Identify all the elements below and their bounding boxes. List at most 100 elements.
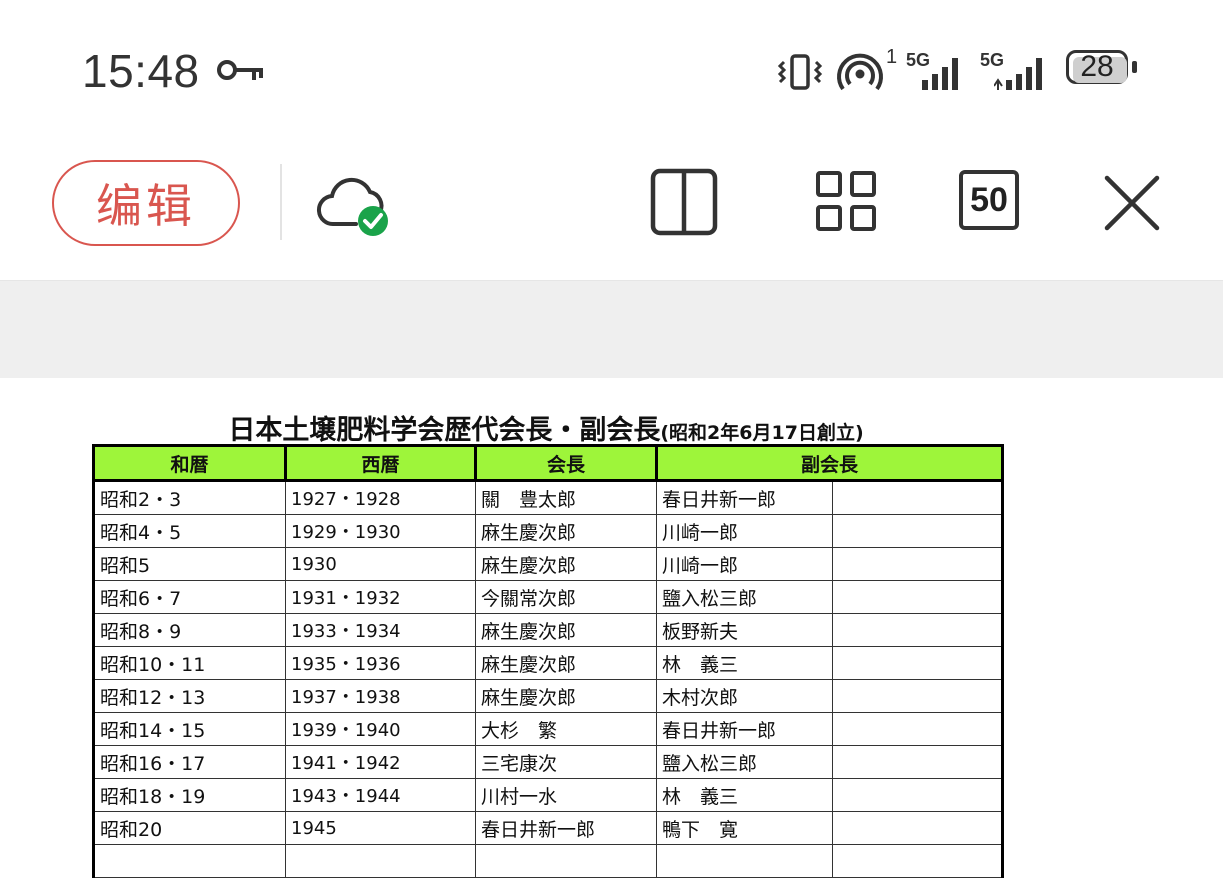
reader-toolbar: 编辑 50	[0, 140, 1223, 281]
cell-seireki: 1933・1934	[285, 613, 476, 647]
cell-president: 麻生慶次郎	[475, 646, 657, 680]
cell-wareki	[92, 844, 286, 878]
cell-president: 三宅康次	[475, 745, 657, 779]
cell-wareki: 昭和18・19	[92, 778, 286, 812]
cell-seireki: 1939・1940	[285, 712, 476, 746]
table-row: 昭和14・15 1939・1940 大杉 繁春日井新一郎	[92, 712, 1005, 746]
cell-president: 春日井新一郎	[475, 811, 657, 845]
toolbar-divider	[280, 164, 282, 240]
cell-extra	[831, 480, 1005, 515]
cell-extra	[831, 712, 1005, 746]
table-row: 昭和2・3 1927・1928 關 豊太郎 春日井新一郎	[92, 480, 1005, 515]
cell-seireki	[285, 844, 476, 878]
cell-seireki: 1929・1930	[285, 514, 476, 548]
cell-wareki: 昭和20	[92, 811, 286, 845]
battery-level: 28	[1080, 50, 1114, 83]
hotspot-count: 1	[886, 46, 898, 68]
cell-seireki: 1931・1932	[285, 580, 476, 614]
col-header-president: 会長	[474, 444, 658, 482]
cell-seireki: 1945	[285, 811, 476, 845]
cell-president: 大杉 繁	[475, 712, 657, 746]
edit-button[interactable]: 编辑	[52, 160, 240, 246]
table-row: 昭和4・5 1929・1930 麻生慶次郎 川崎一郎	[92, 514, 1005, 548]
cell-vice: 木村次郎	[656, 679, 833, 713]
cell-vice: 川崎一郎	[656, 514, 833, 548]
cell-extra	[831, 613, 1005, 647]
table-row: 昭和18・19 1943・1944 川村一水林 義三	[92, 778, 1005, 812]
cell-extra	[831, 646, 1005, 680]
cloud-sync-icon[interactable]	[312, 168, 396, 244]
table-row: 昭和10・11 1935・1936 麻生慶次郎林 義三	[92, 646, 1005, 680]
document-title: 日本土壌肥料学会歴代会長・副会長(昭和2年6月17日創立)	[92, 408, 1000, 447]
zoom-level: 50	[970, 180, 1008, 219]
page-gap	[0, 281, 1223, 378]
table-row: 昭和8・9 1933・1934 麻生慶次郎 板野新夫	[92, 613, 1005, 647]
cell-wareki: 昭和6・7	[92, 580, 286, 614]
cell-extra	[831, 745, 1005, 779]
cell-extra	[831, 580, 1005, 614]
table-row: 昭和20 1945 春日井新一郎 鴨下 寛	[92, 811, 1005, 845]
vibrate-icon	[776, 52, 824, 96]
signal-icon	[920, 56, 970, 96]
col-header-seireki: 西暦	[284, 444, 477, 482]
cell-wareki: 昭和14・15	[92, 712, 286, 746]
cell-extra	[831, 514, 1005, 548]
cell-president: 麻生慶次郎	[475, 547, 657, 581]
cell-vice: 春日井新一郎	[656, 480, 833, 515]
cell-wareki: 昭和12・13	[92, 679, 286, 713]
cell-vice	[656, 844, 833, 878]
table-header-row: 和暦 西暦 会長 副会長	[92, 444, 1005, 482]
cell-president: 關 豊太郎	[475, 480, 657, 515]
hotspot-icon	[836, 52, 886, 96]
table-row: 昭和16・17 1941・1942 三宅康次 鹽入松三郎	[92, 745, 1005, 779]
cell-vice: 林 義三	[656, 778, 833, 812]
col-header-vice: 副会長	[654, 444, 1005, 482]
table-row: 昭和6・7 1931・1932 今關常次郎 鹽入松三郎	[92, 580, 1005, 614]
cell-vice: 林 義三	[656, 646, 833, 680]
cell-wareki: 昭和4・5	[92, 514, 286, 548]
cell-president: 麻生慶次郎	[475, 613, 657, 647]
cell-vice: 板野新夫	[656, 613, 833, 647]
presidents-table: 和暦 西暦 会長 副会長 昭和2・3 1927・1928 關 豊太郎 春日井新一郎 昭和…	[92, 444, 1005, 878]
cell-vice: 鹽入松三郎	[656, 580, 833, 614]
cell-seireki: 1937・1938	[285, 679, 476, 713]
cell-vice: 鹽入松三郎	[656, 745, 833, 779]
cell-seireki: 1930	[285, 547, 476, 581]
cell-seireki: 1943・1944	[285, 778, 476, 812]
document-page: 日本土壌肥料学会歴代会長・副会長(昭和2年6月17日創立) 和暦 西暦 会長 副…	[0, 378, 1223, 878]
status-bar: 15:48 1 5G 5G 28	[0, 0, 1223, 140]
title-main: 日本土壌肥料学会歴代会長・副会長	[228, 415, 661, 446]
cell-extra	[831, 844, 1005, 878]
cell-president: 川村一水	[475, 778, 657, 812]
cell-vice: 春日井新一郎	[656, 712, 833, 746]
cell-seireki: 1927・1928	[285, 480, 476, 515]
cell-wareki: 昭和2・3	[92, 480, 286, 515]
close-icon[interactable]	[1103, 174, 1161, 236]
grid-view-icon[interactable]	[815, 170, 877, 236]
cell-extra	[831, 811, 1005, 845]
cell-president: 今關常次郎	[475, 580, 657, 614]
col-header-wareki: 和暦	[92, 444, 287, 482]
table-row	[92, 844, 1005, 878]
cell-vice: 鴨下 寛	[656, 811, 833, 845]
battery-icon: 28	[1066, 50, 1138, 86]
split-view-icon[interactable]	[650, 168, 718, 240]
cell-president: 麻生慶次郎	[475, 514, 657, 548]
title-sub: (昭和2年6月17日創立)	[660, 422, 864, 444]
key-icon	[216, 55, 266, 89]
cell-wareki: 昭和8・9	[92, 613, 286, 647]
cell-vice: 川崎一郎	[656, 547, 833, 581]
cell-seireki: 1941・1942	[285, 745, 476, 779]
signal-icon-2	[993, 56, 1054, 96]
cell-wareki: 昭和16・17	[92, 745, 286, 779]
zoom-icon[interactable]: 50	[959, 170, 1019, 230]
cell-wareki: 昭和5	[92, 547, 286, 581]
cell-president	[475, 844, 657, 878]
table-row: 昭和12・13 1937・1938 麻生慶次郎 木村次郎	[92, 679, 1005, 713]
cell-extra	[831, 778, 1005, 812]
cell-president: 麻生慶次郎	[475, 679, 657, 713]
status-time: 15:48	[82, 45, 200, 97]
cell-extra	[831, 547, 1005, 581]
cell-wareki: 昭和10・11	[92, 646, 286, 680]
table-row: 昭和5 1930 麻生慶次郎 川崎一郎	[92, 547, 1005, 581]
